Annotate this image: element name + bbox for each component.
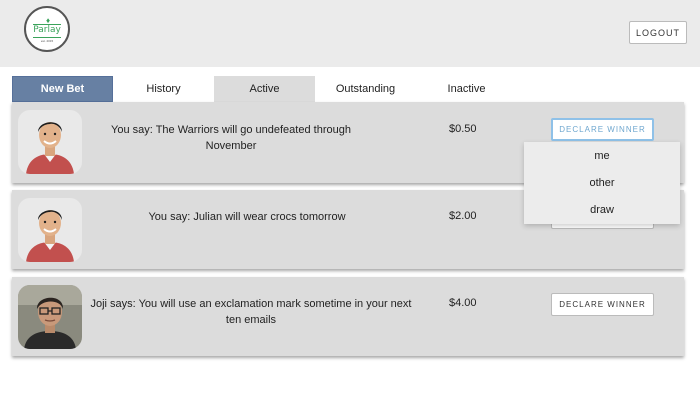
logo-divider: [33, 37, 61, 38]
man-with-glasses-avatar: [18, 285, 82, 349]
tab-active[interactable]: Active: [214, 76, 315, 102]
winner-dropdown-menu: me other draw: [524, 142, 680, 224]
bet-amount: $0.50: [449, 123, 477, 135]
tab-bar: New Bet History Active Outstanding Inact…: [12, 76, 684, 102]
logo-text: Parlay: [33, 25, 61, 35]
parlay-logo[interactable]: ♦ Parlay est. 2015: [24, 6, 70, 52]
bet-description: Joji says: You will use an exclamation m…: [90, 298, 412, 326]
tab-outstanding[interactable]: Outstanding: [315, 76, 416, 102]
tab-new-bet[interactable]: New Bet: [12, 76, 113, 102]
smiling-man-avatar: [18, 198, 82, 262]
header-bar: ♦ Parlay est. 2015 LOGOUT: [0, 0, 700, 67]
bet-description: You say: Julian will wear crocs tomorrow: [148, 211, 346, 223]
bet-description: You say: The Warriors will go undefeated…: [111, 124, 351, 152]
declare-winner-button[interactable]: DECLARE WINNER: [551, 293, 654, 316]
page: ♦ Parlay est. 2015 LOGOUT New Bet Histor…: [0, 0, 700, 400]
bet-amount: $4.00: [449, 297, 477, 309]
logout-button[interactable]: LOGOUT: [629, 21, 687, 44]
bet-row: Joji says: You will use an exclamation m…: [12, 277, 684, 356]
tab-history[interactable]: History: [113, 76, 214, 102]
smiling-man-avatar: [18, 110, 82, 174]
dropdown-option-other[interactable]: other: [524, 169, 680, 196]
declare-winner-button[interactable]: DECLARE WINNER: [551, 118, 654, 141]
dropdown-option-draw[interactable]: draw: [524, 196, 680, 223]
dropdown-option-me[interactable]: me: [524, 142, 680, 169]
bet-amount: $2.00: [449, 210, 477, 222]
tab-inactive[interactable]: Inactive: [416, 76, 517, 102]
logo-tagline: est. 2015: [40, 39, 54, 43]
